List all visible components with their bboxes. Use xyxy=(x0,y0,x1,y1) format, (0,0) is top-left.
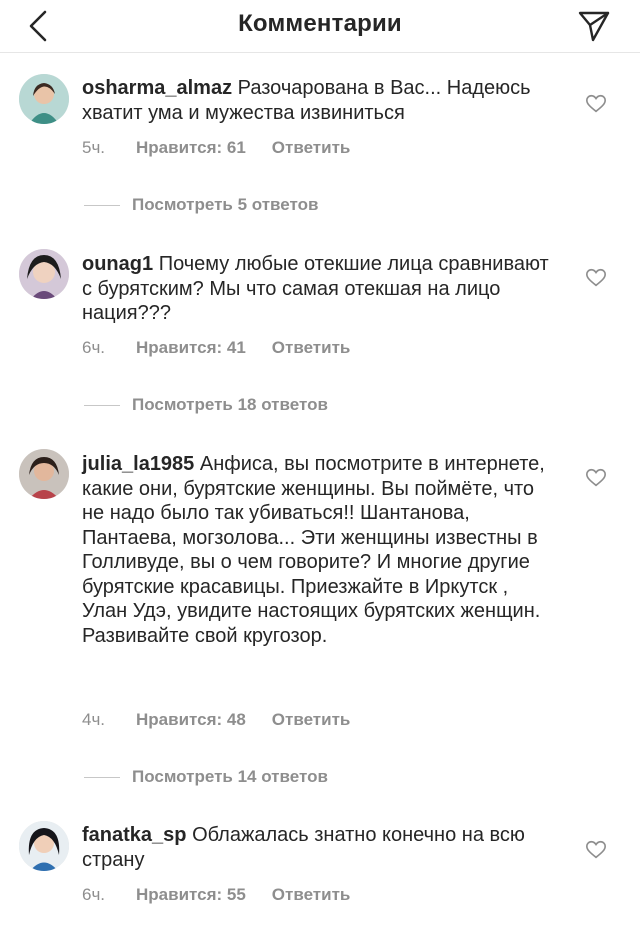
direct-send-button[interactable] xyxy=(574,6,614,46)
comment-text: ounag1 Почему любые отекшие лица сравнив… xyxy=(82,252,552,326)
comment-username[interactable]: ounag1 xyxy=(82,253,153,275)
comment-meta: 4ч. Нравится: 48 Ответить xyxy=(82,710,350,730)
comment-text: fanatka_sp Облажалась знатно конечно на … xyxy=(82,823,552,872)
view-replies-button[interactable]: Посмотреть 14 ответов xyxy=(84,767,328,787)
comment-time: 5ч. xyxy=(82,138,106,157)
comment-username[interactable]: osharma_almaz xyxy=(82,77,232,99)
reply-button[interactable]: Ответить xyxy=(272,138,351,158)
comment-time: 6ч. xyxy=(82,885,106,904)
comment-username[interactable]: fanatka_sp xyxy=(82,824,187,846)
view-replies-button[interactable]: Посмотреть 5 ответов xyxy=(84,195,318,215)
view-replies-button[interactable]: Посмотреть 18 ответов xyxy=(84,395,328,415)
view-replies-label: Посмотреть 14 ответов xyxy=(132,767,328,786)
heart-icon[interactable] xyxy=(585,467,607,489)
header-bar: Комментарии xyxy=(0,0,640,53)
page-title: Комментарии xyxy=(238,10,402,37)
comment-username[interactable]: julia_la1985 xyxy=(82,453,194,475)
heart-icon[interactable] xyxy=(585,93,607,115)
divider-line xyxy=(84,204,120,206)
view-replies-label: Посмотреть 18 ответов xyxy=(132,395,328,414)
likes-count[interactable]: Нравится: 41 xyxy=(136,338,246,358)
comment-time: 4ч. xyxy=(82,710,106,729)
reply-button[interactable]: Ответить xyxy=(272,338,351,358)
comment-time: 6ч. xyxy=(82,338,106,357)
comment-meta: 6ч. Нравится: 55 Ответить xyxy=(82,885,350,905)
comment-meta: 5ч. Нравится: 61 Ответить xyxy=(82,138,350,158)
reply-button[interactable]: Ответить xyxy=(272,710,351,730)
comment-meta: 6ч. Нравится: 41 Ответить xyxy=(82,338,350,358)
avatar[interactable] xyxy=(19,74,69,124)
reply-button[interactable]: Ответить xyxy=(272,885,351,905)
heart-icon[interactable] xyxy=(585,267,607,289)
comment-text: osharma_almaz Разочарована в Вас... Наде… xyxy=(82,76,552,125)
avatar-image xyxy=(19,74,69,124)
avatar[interactable] xyxy=(19,249,69,299)
avatar-image xyxy=(19,249,69,299)
paper-plane-icon xyxy=(578,11,610,42)
avatar[interactable] xyxy=(19,821,69,871)
likes-count[interactable]: Нравится: 48 xyxy=(136,710,246,730)
avatar[interactable] xyxy=(19,449,69,499)
likes-count[interactable]: Нравится: 61 xyxy=(136,138,246,158)
avatar-image xyxy=(19,449,69,499)
likes-count[interactable]: Нравится: 55 xyxy=(136,885,246,905)
comment-body: Анфиса, вы посмотрите в интернете, какие… xyxy=(82,453,545,647)
comment-text: julia_la1985 Анфиса, вы посмотрите в инт… xyxy=(82,452,552,648)
divider-line xyxy=(84,404,120,406)
view-replies-label: Посмотреть 5 ответов xyxy=(132,195,319,214)
heart-icon[interactable] xyxy=(585,839,607,861)
divider-line xyxy=(84,776,120,778)
avatar-image xyxy=(19,821,69,871)
